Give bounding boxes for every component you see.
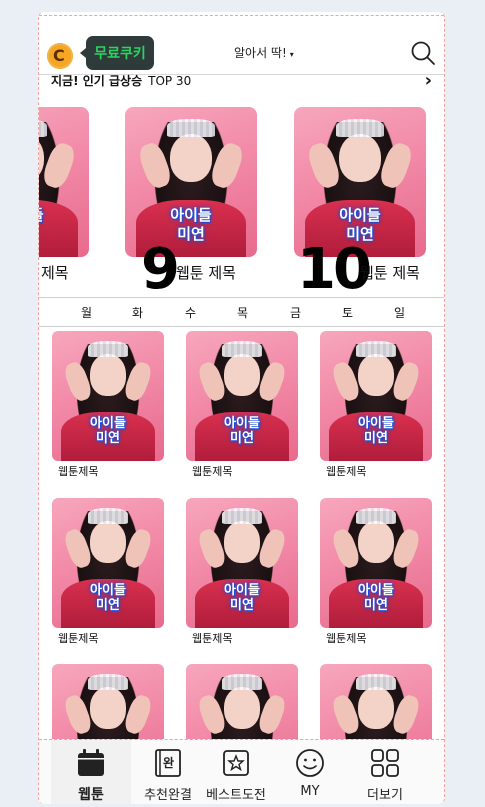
sort-dropdown[interactable]: 알아서 딱! ▾ <box>234 44 294 61</box>
webtoon-title[interactable]: 웹툰제목 <box>58 630 98 646</box>
webtoon-card[interactable]: 아이들 미연 <box>320 331 432 461</box>
chevron-down-icon: ▾ <box>289 50 294 59</box>
webtoon-cover-image: 아이들 미연 <box>320 331 432 461</box>
trending-top-label: TOP 30 <box>148 74 192 88</box>
cover-caption-line1: 아이들 <box>90 583 126 598</box>
divider <box>39 297 444 298</box>
trending-rank-number: 10 <box>297 237 372 302</box>
app-frame: C 무료쿠키 알아서 딱!▾ 지금! 인기 급상승 TOP 30 › 아이들 미연… <box>38 12 445 804</box>
chevron-right-icon[interactable]: › <box>425 70 432 91</box>
calendar-icon <box>78 749 104 776</box>
nav-label: 웹툰 <box>78 787 104 803</box>
divider <box>39 326 444 327</box>
webtoon-card[interactable]: 아이들 미연 <box>320 498 432 628</box>
cover-caption-line1: 아이들 <box>339 206 381 224</box>
cover-caption-line2: 미연 <box>230 431 254 446</box>
trending-rank-number: 9 <box>141 237 180 302</box>
webtoon-card[interactable]: 아이들 미연 <box>52 331 164 461</box>
webtoon-card[interactable]: 아이들 미연 <box>52 498 164 628</box>
webtoon-title[interactable]: 웹툰제목 <box>326 630 366 646</box>
webtoon-title[interactable]: 웹툰제목 <box>58 463 98 479</box>
webtoon-cover-image: 아이들 미연 <box>39 107 89 257</box>
star-box-icon <box>223 750 249 776</box>
cover-caption-line2: 미연 <box>39 226 89 243</box>
tab-friday[interactable]: 금 <box>290 304 301 321</box>
webtoon-cover-image: 아이들 미연 <box>52 498 164 628</box>
tab-saturday[interactable]: 토 <box>342 304 353 321</box>
grid-menu-icon <box>371 749 399 777</box>
nav-my[interactable]: MY <box>270 740 350 804</box>
cover-caption-line1: 아이들 <box>358 416 394 431</box>
webtoon-cover-image: 아이들 미연 <box>186 331 298 461</box>
trending-thumbnail[interactable]: 아이들 미연 <box>294 107 426 257</box>
webtoon-title[interactable]: 웹툰제목 <box>192 630 232 646</box>
sort-label: 알아서 딱! <box>234 46 287 60</box>
tab-monday[interactable]: 월 <box>81 304 92 321</box>
tab-thursday[interactable]: 목 <box>237 304 248 321</box>
tab-tuesday[interactable]: 화 <box>132 304 143 321</box>
nav-more[interactable]: 더보기 <box>345 740 425 804</box>
cover-caption-line1: 아이들 <box>224 583 260 598</box>
cover-caption-line1: 아이들 <box>90 416 126 431</box>
webtoon-title[interactable]: 웹툰제목 <box>326 463 366 479</box>
nav-label: 더보기 <box>367 788 403 803</box>
guide-line <box>39 15 444 16</box>
cover-caption-line1: 아이들 <box>170 206 212 224</box>
trending-carousel[interactable]: 아이들 미연 제목 아이들 미연 9 웹툰 제목 아이들 미연 10 웹툰 제목 <box>39 107 444 307</box>
cover-caption-line2: 미연 <box>96 598 120 613</box>
cover-caption-line1: 아이들 <box>224 416 260 431</box>
webtoon-card[interactable]: 아이들 미연 <box>186 498 298 628</box>
webtoon-cover-image: 아이들 미연 <box>52 331 164 461</box>
cover-caption-line1: 아이들 <box>39 207 89 224</box>
cover-caption-line2: 미연 <box>96 431 120 446</box>
trending-item-title[interactable]: 웹툰 제목 <box>176 262 236 283</box>
search-icon[interactable] <box>410 40 436 66</box>
nav-webtoon[interactable]: 웹툰 <box>51 740 131 804</box>
cover-caption-line2: 미연 <box>364 598 388 613</box>
trending-title: 지금! 인기 급상승 <box>51 74 143 88</box>
nav-label: 베스트도전 <box>206 788 266 803</box>
nav-best-challenge[interactable]: 베스트도전 <box>196 740 276 804</box>
tab-sunday[interactable]: 일 <box>394 304 405 321</box>
tab-wednesday[interactable]: 수 <box>185 304 196 321</box>
trending-item-title[interactable]: 제목 <box>41 262 69 283</box>
trending-header: 지금! 인기 급상승 TOP 30 <box>51 72 191 89</box>
smiley-icon <box>296 749 324 777</box>
trending-item-title[interactable]: 웹툰 제목 <box>360 262 420 283</box>
cover-caption-line2: 미연 <box>230 598 254 613</box>
cover-caption-line2: 미연 <box>364 431 388 446</box>
webtoon-cover-image: 아이들 미연 <box>125 107 257 257</box>
webtoon-cover-image: 아이들 미연 <box>294 107 426 257</box>
trending-thumbnail[interactable]: 아이들 미연 <box>125 107 257 257</box>
complete-book-icon-text: 완 <box>163 756 175 770</box>
trending-thumbnail[interactable]: 아이들 미연 <box>39 107 89 257</box>
free-cookie-button[interactable]: 무료쿠키 <box>80 36 154 70</box>
cover-caption-line1: 아이들 <box>358 583 394 598</box>
nav-label: MY <box>300 784 320 799</box>
bottom-nav: 웹툰 완 추천완결 베스트도전 MY 더보기 <box>39 739 444 804</box>
coin-letter: C <box>53 46 65 65</box>
weekday-tabs: 월 화 수 목 금 토 일 <box>39 304 444 326</box>
webtoon-card[interactable]: 아이들 미연 <box>186 331 298 461</box>
cookie-coin-icon[interactable]: C <box>47 43 73 69</box>
webtoon-cover-image: 아이들 미연 <box>186 498 298 628</box>
webtoon-title[interactable]: 웹툰제목 <box>192 463 232 479</box>
header: C 무료쿠키 알아서 딱! ▾ <box>39 26 444 72</box>
webtoon-cover-image: 아이들 미연 <box>320 498 432 628</box>
